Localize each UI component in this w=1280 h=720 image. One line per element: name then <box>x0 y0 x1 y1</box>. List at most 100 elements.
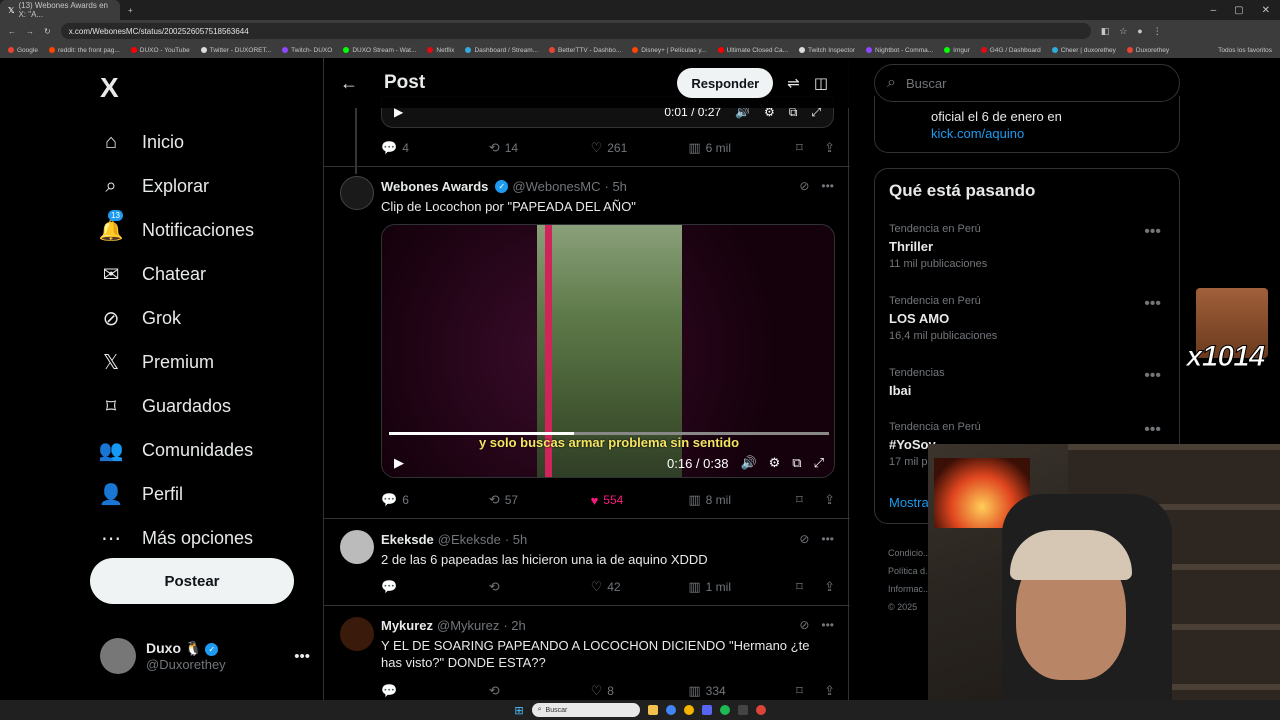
grok-icon[interactable]: ⊘ <box>799 532 809 546</box>
trend-item[interactable]: Tendencias Ibai ••• <box>889 367 1169 398</box>
avatar[interactable] <box>340 617 374 651</box>
bookmark-item[interactable]: Twitter - DUXORET... <box>200 47 271 54</box>
extension-icon[interactable]: ◧ <box>1101 26 1110 37</box>
fullscreen-icon[interactable]: ⤢ <box>814 455 824 471</box>
discord-icon[interactable] <box>701 705 712 715</box>
author-name[interactable]: Mykurez <box>381 618 433 633</box>
back-arrow-icon[interactable]: ← <box>340 73 358 94</box>
star-icon[interactable]: ☆ <box>1119 26 1127 37</box>
bookmark-item[interactable]: Netflix <box>427 47 454 54</box>
bookmark-action[interactable]: ⌑ <box>796 683 824 699</box>
settings-icon[interactable]: ⚙ <box>769 455 781 471</box>
browser-menu-icon[interactable]: ⋮ <box>1153 26 1162 37</box>
avatar[interactable] <box>340 530 374 564</box>
more-icon[interactable]: ••• <box>1144 421 1161 439</box>
share-action[interactable]: ⇪ <box>824 492 835 508</box>
promo-link[interactable]: kick.com/aquino <box>931 125 1179 142</box>
bookmark-action[interactable]: ⌑ <box>796 492 824 508</box>
repost-action[interactable]: ⟲ <box>489 683 591 699</box>
trend-item[interactable]: Tendencia en Perú LOS AMO 16,4 mil publi… <box>889 295 1169 342</box>
bookmark-item[interactable]: Duxorethey <box>1126 47 1169 54</box>
sidebar-item-más-opciones[interactable]: ⋯ Más opciones <box>98 516 254 560</box>
bookmark-item[interactable]: Imgur <box>944 47 970 54</box>
sidebar-item-premium[interactable]: 𝕏 Premium <box>98 340 254 384</box>
video-player[interactable]: y solo buscas armar problema sin sentido… <box>381 224 835 478</box>
like-action[interactable]: ♥ 554 <box>591 493 689 508</box>
trend-item[interactable]: Tendencia en Perú Thriller 11 mil public… <box>889 223 1169 270</box>
more-icon[interactable]: ••• <box>821 179 834 193</box>
like-action[interactable]: ♡ 8 <box>591 683 689 699</box>
more-icon[interactable]: ••• <box>1144 295 1161 313</box>
bookmark-item[interactable]: reddit: the front pag... <box>48 47 120 54</box>
search-box[interactable]: ⌕ <box>874 64 1180 102</box>
chrome-icon[interactable] <box>755 705 766 715</box>
views-action[interactable]: ▥ 8 mil <box>688 492 796 508</box>
bookmark-item[interactable]: BetterTTV - Dashbo... <box>549 47 621 54</box>
sidebar-item-explorar[interactable]: ⌕ Explorar <box>98 164 254 208</box>
app-icon[interactable] <box>737 705 748 715</box>
post-button[interactable]: Postear <box>90 558 294 604</box>
sidebar-item-inicio[interactable]: ⌂ Inicio <box>98 120 254 164</box>
views-action[interactable]: ▥ 1 mil <box>688 579 796 595</box>
reader-view-icon[interactable]: ◫ <box>814 74 828 92</box>
address-bar[interactable]: x.com/WebonesMC/status/20025260575185636… <box>60 23 1091 39</box>
author-name[interactable]: Ekeksde <box>381 532 434 547</box>
grok-icon[interactable]: ⊘ <box>799 179 809 193</box>
profile-avatar-icon[interactable]: ● <box>1137 26 1142 37</box>
bookmark-action[interactable]: ⌑ <box>796 579 824 595</box>
sidebar-item-comunidades[interactable]: 👥 Comunidades <box>98 428 254 472</box>
pip-icon[interactable]: ⧉ <box>792 455 801 471</box>
tweet-time[interactable]: · 5h <box>605 179 627 194</box>
bookmark-item[interactable]: Twitch Inspector <box>799 47 855 54</box>
all-bookmarks[interactable]: Todos los favoritos <box>1218 47 1272 54</box>
bookmark-item[interactable]: Nightbot - Comma... <box>865 47 933 54</box>
bookmark-item[interactable]: G4G / Dashboard <box>980 47 1041 54</box>
forward-nav-icon[interactable]: → <box>26 27 34 36</box>
author-name[interactable]: Webones Awards <box>381 179 488 194</box>
sidebar-item-grok[interactable]: ⊘ Grok <box>98 296 254 340</box>
more-icon[interactable]: ••• <box>1144 223 1161 241</box>
reply-action[interactable]: 💬 <box>381 683 489 699</box>
reply-action[interactable]: 💬 <box>381 579 489 595</box>
author-handle[interactable]: @WebonesMC <box>512 179 600 194</box>
bookmark-item[interactable]: Twitch- DUXO <box>282 47 332 54</box>
like-action[interactable]: ♡ 261 <box>591 140 689 156</box>
browser-tab[interactable]: 𝕏 (13) Webones Awards en X: "A... <box>0 0 120 20</box>
bookmark-item[interactable]: Google <box>8 47 38 54</box>
grok-icon[interactable]: ⊘ <box>799 618 809 632</box>
tweet-time[interactable]: · 5h <box>505 532 527 547</box>
volume-icon[interactable]: 🔊 <box>740 455 756 471</box>
views-action[interactable]: ▥ 6 mil <box>688 140 796 156</box>
bookmark-item[interactable]: Ultimate Closed Ca... <box>717 47 788 54</box>
filter-icon[interactable]: ⇌ <box>787 74 800 92</box>
folder-icon[interactable] <box>647 705 658 715</box>
bookmark-item[interactable]: Disney+ | Películas y... <box>632 47 707 54</box>
sidebar-item-perfil[interactable]: 👤 Perfil <box>98 472 254 516</box>
sidebar-item-guardados[interactable]: ⌑ Guardados <box>98 384 254 428</box>
spotify-icon[interactable] <box>719 705 730 715</box>
repost-action[interactable]: ⟲ 14 <box>489 140 591 156</box>
bookmark-action[interactable]: ⌑ <box>796 140 824 156</box>
chrome-icon[interactable] <box>665 705 676 715</box>
new-tab-icon[interactable]: + <box>128 6 133 15</box>
chrome-icon[interactable] <box>683 705 694 715</box>
share-action[interactable]: ⇪ <box>824 683 835 699</box>
avatar[interactable] <box>340 176 374 210</box>
bookmark-item[interactable]: DUXO Stream - Wat... <box>343 47 416 54</box>
account-switcher[interactable]: Duxo 🐧 ✓ @Duxorethey ••• <box>100 638 310 674</box>
share-action[interactable]: ⇪ <box>824 140 835 156</box>
reply-action[interactable]: 💬 6 <box>381 492 489 508</box>
close-window-icon[interactable]: ✕ <box>1262 5 1270 16</box>
show-more-link[interactable]: Mostrar <box>889 495 933 510</box>
sidebar-item-chatear[interactable]: ✉ Chatear <box>98 252 254 296</box>
author-handle[interactable]: @Mykurez <box>437 618 499 633</box>
reply-button[interactable]: Responder <box>677 68 774 98</box>
repost-action[interactable]: ⟲ 57 <box>489 492 591 508</box>
sidebar-item-notificaciones[interactable]: 🔔 Notificaciones 13 <box>98 208 254 252</box>
reply-action[interactable]: 💬 4 <box>381 140 489 156</box>
bookmark-item[interactable]: DUXO - YouTube <box>130 47 190 54</box>
more-icon[interactable]: ••• <box>1144 367 1161 385</box>
search-input[interactable] <box>905 75 1156 91</box>
back-nav-icon[interactable]: ← <box>8 27 16 36</box>
maximize-icon[interactable]: ▢ <box>1234 5 1243 16</box>
